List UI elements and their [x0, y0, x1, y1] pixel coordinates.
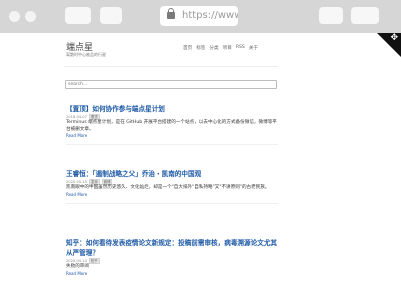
forward-button[interactable]	[100, 7, 122, 24]
nav-categories[interactable]: 分类	[209, 45, 218, 51]
nav-tags[interactable]: 标签	[196, 45, 205, 51]
back-button[interactable]	[65, 7, 91, 24]
nav-rss[interactable]: RSS	[236, 45, 245, 51]
post-date: 2020-05-15	[66, 180, 87, 184]
browser-toolbar: https://www.	[0, 0, 401, 33]
read-more-link[interactable]: Read More	[66, 133, 278, 139]
post-item: 知乎：如何看待发表疫情论文新规定：投稿前需审核，病毒溯源论文尤其从严管理？ 20…	[66, 238, 278, 277]
post-date: 2020-04-14	[66, 259, 87, 263]
read-more-link[interactable]: Read More	[66, 271, 278, 277]
url-text: https://www.	[182, 10, 238, 21]
site-subtitle: 离散时中心被品的行星	[66, 52, 106, 57]
header-divider	[64, 66, 278, 67]
search-input[interactable]: search...	[65, 80, 277, 89]
github-corner-icon: ✥	[390, 33, 398, 43]
nav-projects[interactable]: 项目	[223, 45, 232, 51]
post-title[interactable]: 知乎：如何看待发表疫情论文新规定：投稿前需审核，病毒溯源论文尤其从严管理？	[66, 238, 278, 258]
post-item: 【置顶】如何协作参与端点星计划 2018-04-07 置顶 Terminus 端…	[66, 104, 278, 145]
post-divider	[66, 144, 278, 145]
read-more-link[interactable]: Read More	[66, 192, 278, 198]
lock-icon	[167, 8, 175, 19]
nav-home[interactable]: 首页	[183, 45, 192, 51]
post-divider	[66, 202, 278, 204]
post-title[interactable]: 【置顶】如何协作参与端点星计划	[66, 104, 278, 114]
nav-about[interactable]: 关于	[249, 45, 258, 51]
post-title[interactable]: 王睿恒：「遏制战略之父」乔治・凯南的中国观	[66, 169, 278, 179]
toolbar-button-right[interactable]	[351, 7, 379, 24]
post-item: 王睿恒：「遏制战略之父」乔治・凯南的中国观 2020-05-15 澎湃 微博 凯…	[66, 169, 278, 204]
post-excerpt: 凯南眼中的中国虽然历史悠久、文化灿烂，却是一个"自大排外"自私持略"又"不讲原则…	[66, 185, 270, 190]
post-date: 2018-04-07	[66, 115, 87, 119]
main-nav: 首页 标签 分类 项目 RSS 关于	[183, 45, 258, 51]
window-minimize-dot[interactable]	[25, 11, 36, 22]
toolbar-button-left[interactable]	[319, 7, 343, 24]
post-tag[interactable]: 知乎	[88, 258, 100, 264]
post-excerpt: Terminus 端点星计划，是在 GitHub 开展平台搭建的一个站点，以去中…	[66, 120, 277, 132]
address-bar[interactable]: https://www.	[160, 6, 238, 26]
window-close-dot[interactable]	[9, 11, 20, 22]
